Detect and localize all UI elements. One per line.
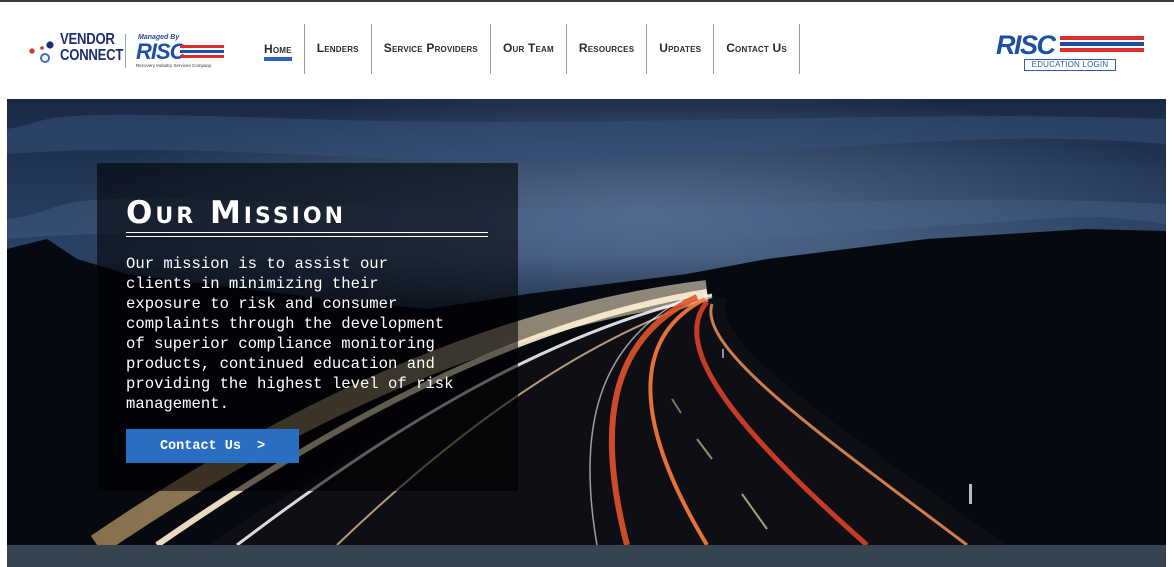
nav-item-label: Lenders bbox=[316, 41, 359, 55]
vendor-connect-logo[interactable]: VENDOR CONNECT Managed By RISC Recovery … bbox=[28, 32, 228, 72]
vendor-connect-line2: CONNECT bbox=[60, 47, 124, 64]
footer-band bbox=[7, 545, 1166, 567]
nav-item-updates[interactable]: Updates bbox=[647, 24, 715, 74]
main-nav: Home Lenders Service Providers Our Team … bbox=[252, 24, 800, 74]
education-login-button[interactable]: EDUCATION LOGIN bbox=[1024, 59, 1116, 71]
vendor-connect-dots-icon bbox=[29, 41, 54, 63]
chevron-right-icon: > bbox=[256, 438, 266, 454]
vendor-connect-wordmark: VENDOR CONNECT bbox=[60, 32, 123, 64]
vendor-connect-line1: VENDOR bbox=[60, 31, 115, 48]
nav-item-home[interactable]: Home bbox=[252, 24, 305, 74]
nav-item-label: Contact Us bbox=[726, 41, 787, 55]
logo-divider bbox=[125, 34, 126, 68]
nav-item-our-team[interactable]: Our Team bbox=[491, 24, 567, 74]
nav-item-label: Updates bbox=[659, 41, 702, 55]
contact-us-button[interactable]: Contact Us > bbox=[126, 429, 299, 463]
risc-wordmark: RISC bbox=[996, 30, 1056, 60]
contact-us-button-label: Contact Us bbox=[159, 438, 241, 454]
nav-item-label: Our Team bbox=[502, 41, 554, 55]
nav-item-label: Home bbox=[264, 42, 292, 61]
risc-logo[interactable]: RISC EDUCATION LOGIN bbox=[996, 32, 1146, 72]
mission-title-rule bbox=[126, 232, 488, 237]
nav-item-lenders[interactable]: Lenders bbox=[305, 24, 372, 74]
nav-item-service-providers[interactable]: Service Providers bbox=[372, 24, 491, 74]
nav-item-label: Service Providers bbox=[383, 41, 478, 55]
hero-banner: Our Mission Our mission is to assist our… bbox=[7, 99, 1166, 545]
nav-item-contact-us[interactable]: Contact Us bbox=[714, 24, 800, 74]
risc-tagline: Recovery Industry Services Company bbox=[136, 63, 212, 68]
risc-small-wordmark: RISC bbox=[136, 39, 186, 64]
mission-text: Our mission is to assist our clients in … bbox=[126, 255, 454, 413]
nav-item-resources[interactable]: Resources bbox=[567, 24, 648, 74]
nav-item-label: Resources bbox=[578, 41, 635, 55]
site-header: VENDOR CONNECT Managed By RISC Recovery … bbox=[0, 2, 1174, 98]
risc-stripes bbox=[1060, 36, 1144, 56]
mission-title: Our Mission bbox=[126, 195, 346, 231]
risc-small-stripes bbox=[180, 45, 224, 61]
mission-panel: Our Mission Our mission is to assist our… bbox=[97, 163, 518, 491]
